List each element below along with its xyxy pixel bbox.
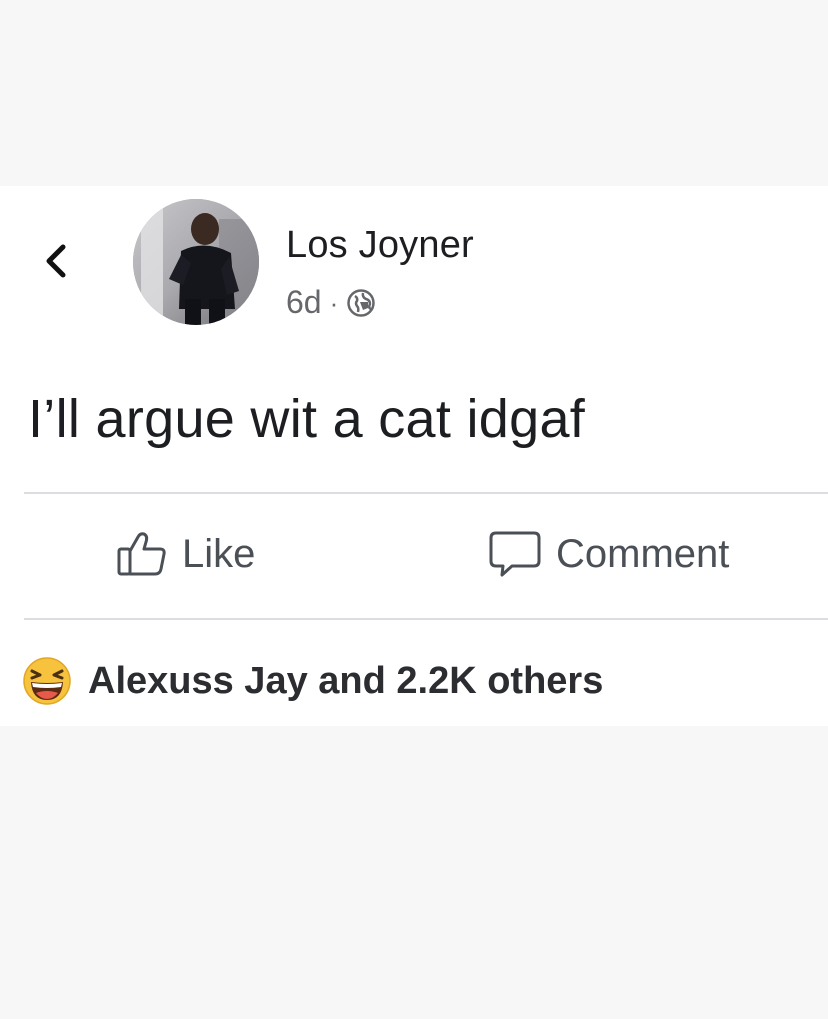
profile-photo [133, 199, 259, 325]
post-header: Los Joyner 6d · [0, 186, 828, 336]
action-bar: Like Comment [0, 494, 828, 618]
globe-icon [347, 288, 376, 317]
comment-button[interactable]: Comment [488, 524, 729, 584]
speech-bubble-icon [489, 531, 541, 577]
thumbs-up-icon [117, 532, 166, 576]
reactions-text: Alexuss Jay and 2.2K others [88, 659, 604, 702]
post-timestamp[interactable]: 6d [286, 284, 322, 321]
back-button[interactable] [36, 241, 76, 281]
like-button[interactable]: Like [116, 524, 255, 584]
chevron-left-icon [46, 244, 66, 278]
author-name[interactable]: Los Joyner [286, 224, 474, 267]
comment-label: Comment [556, 531, 730, 576]
reactions-summary[interactable]: Alexuss Jay and 2.2K others [22, 656, 603, 706]
post-text: I’ll argue wit a cat idgaf [28, 389, 586, 449]
avatar[interactable] [133, 199, 259, 325]
post-card: Los Joyner 6d · I’ll argue wit a cat idg… [0, 186, 828, 726]
post-meta: 6d · [286, 284, 376, 321]
like-label: Like [182, 531, 256, 576]
screen: Los Joyner 6d · I’ll argue wit a cat idg… [0, 0, 828, 1019]
meta-separator: · [329, 287, 339, 318]
haha-emoji-icon [23, 657, 71, 705]
divider [24, 618, 828, 620]
